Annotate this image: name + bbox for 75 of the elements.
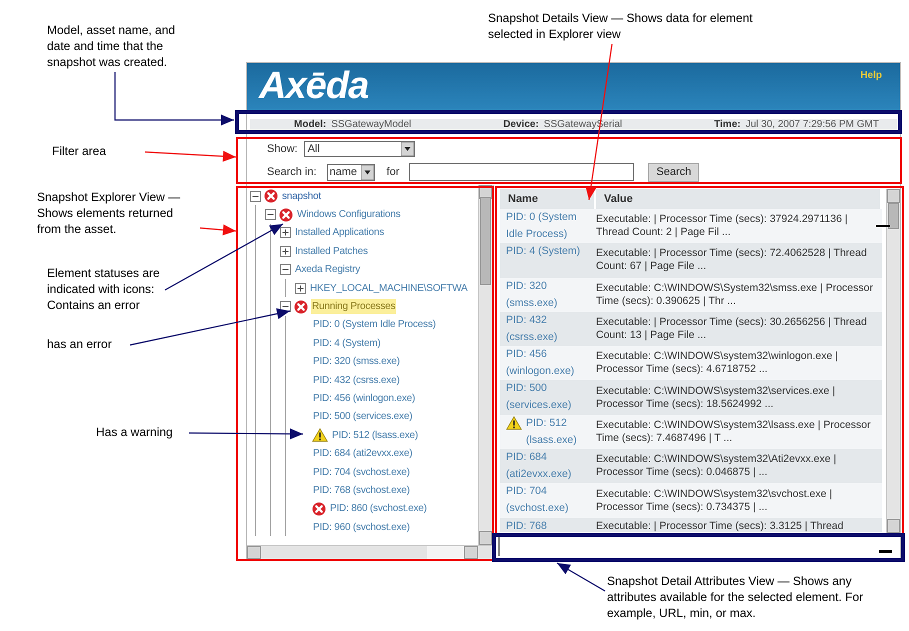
tree-item[interactable]: PID: 4 (System) xyxy=(312,336,382,351)
tree-item[interactable]: PID: 0 (System Idle Process) xyxy=(312,317,437,332)
callout-arrow xyxy=(556,562,606,592)
callout-text: Snapshot Detail Attributes View — Shows any attributes available for the selected element. For example, URL, min, or max. xyxy=(607,573,864,621)
collapse-icon[interactable] xyxy=(265,209,276,220)
callout-text: Has a warning xyxy=(96,424,174,440)
expand-icon[interactable] xyxy=(280,246,291,257)
field-label: for xyxy=(386,164,400,180)
table-cell-text: Executable: C:\WINDOWS\system32\Ati2evxx.exe | Processor Time (secs): 0.046875 | ... xyxy=(596,453,838,480)
field-label: Device: xyxy=(503,120,539,130)
tree-item[interactable]: PID: 512 (lsass.exe) xyxy=(331,428,420,443)
tree-item[interactable]: PID: 432 (csrss.exe) xyxy=(312,372,401,388)
tree-item[interactable]: snapshot xyxy=(281,188,322,204)
dropdown-arrow-icon xyxy=(400,142,414,156)
table-cell-text: Executable: C:\WINDOWS\System32\smss.exe | Processor Time (secs): 0.390625 | Thr ... xyxy=(596,282,874,308)
table-cell: Executable: | Processor Time (secs): 3.3125 | Thread xyxy=(596,520,844,532)
callout-text: Model, asset name, and date and time that the snapshot was created. xyxy=(47,22,176,70)
field-label: Model: xyxy=(294,120,326,130)
expand-icon[interactable] xyxy=(280,227,291,238)
tree-item[interactable]: PID: 704 (svchost.exe) xyxy=(312,464,411,480)
tree-item[interactable]: PID: 860 (svchost.exe) xyxy=(329,501,428,516)
tree-item[interactable]: PID: 320 (smss.exe) xyxy=(312,354,401,370)
table-cell-text: PID: 4 (System) xyxy=(506,244,580,260)
field-value: Jul 30, 2007 7:29:56 PM GMT xyxy=(746,120,879,130)
callout-text: Snapshot Explorer View — Shows elements returned from the asset. xyxy=(37,189,182,237)
field-value: SSGatewayModel xyxy=(331,120,412,130)
tree-item[interactable]: HKEY_LOCAL_MACHINE\SOFTWA xyxy=(309,280,468,296)
callout-text: Filter area xyxy=(52,143,108,159)
table-cell-text: PID: 512 (lsass.exe) xyxy=(526,416,578,448)
callout-text: Snapshot Details View — Shows data for element selected in Explorer view xyxy=(488,10,754,42)
search-in-dropdown[interactable]: name xyxy=(326,164,375,180)
scrollbar[interactable] xyxy=(886,189,900,533)
callout-text: has an error xyxy=(47,336,113,352)
tree-item[interactable]: PID: 500 (services.exe) xyxy=(312,409,414,424)
table-cell-text: PID: 0 (System Idle Process) xyxy=(506,210,578,242)
table-cell-text: Executable: C:\WINDOWS\system32\winlogon.exe | Processor Time (secs): 4.6718752 ... xyxy=(596,350,839,376)
table-cell-text: Executable: | Processor Time (secs): 30.2656256 | Thread Count: 13 | Page File ... xyxy=(596,316,868,342)
collapse-icon[interactable] xyxy=(250,190,261,202)
dash-mark xyxy=(879,550,892,553)
tree-item[interactable]: PID: 456 (winlogon.exe) xyxy=(312,390,416,406)
search-button[interactable]: Search xyxy=(648,162,700,182)
tree-item[interactable]: PID: 768 (svchost.exe) xyxy=(312,482,411,498)
table-cell-text: PID: 684 (ati2evxx.exe) xyxy=(506,450,572,482)
tree-item[interactable]: Axeda Registry xyxy=(294,262,362,278)
logo: Axēda xyxy=(259,64,368,109)
help-link[interactable]: Help xyxy=(860,68,882,83)
table-cell-text: PID: 704 (svchost.exe) xyxy=(506,484,570,516)
show-dropdown[interactable]: All xyxy=(304,141,415,158)
table-cell-text: PID: 500 (services.exe) xyxy=(506,381,572,414)
tree-item[interactable]: PID: 960 (svchost.exe) xyxy=(312,520,411,535)
collapse-icon[interactable] xyxy=(280,264,291,276)
tree-item[interactable]: Installed Patches xyxy=(294,244,369,259)
table-cell-text: PID: 320 (smss.exe) xyxy=(506,278,558,311)
scrollbar[interactable] xyxy=(247,545,492,559)
dash-mark xyxy=(876,225,890,227)
table-cell-text: Executable: C:\WINDOWS\system32\lsass.exe | Processor Time (secs): 7.4687496 | T ... xyxy=(596,418,872,445)
expand-icon[interactable] xyxy=(295,282,306,294)
field-label: Show: xyxy=(267,142,298,157)
dropdown-arrow-icon xyxy=(360,164,374,180)
table-cell-text: Executable: | Processor Time (secs): 37924.2971136 | Thread Count: 2 | Page Fil ... xyxy=(596,213,849,240)
tree-item[interactable]: PID: 684 (ati2evxx.exe) xyxy=(312,446,414,462)
table-cell-text: Executable: | Processor Time (secs): 72.4062528 | Thread Count: 67 | Page File ... xyxy=(596,247,868,274)
table-cell-text: Executable: C:\WINDOWS\system32\services.exe | Processor Time (secs): 18.5624992 ... xyxy=(596,384,836,411)
table-cell-text: PID: 456 (winlogon.exe) xyxy=(506,347,576,380)
field-label: Time: xyxy=(714,120,741,130)
tree-item[interactable]: Running Processes xyxy=(311,299,396,314)
field-label: Search in: xyxy=(267,164,317,180)
callout-text: Element statuses are indicated with icons: Contains an error xyxy=(47,265,161,313)
table-cell-text: Executable: C:\WINDOWS\system32\svchost.exe | Processor Time (secs): 0.734375 | ... xyxy=(596,488,834,514)
table-cell-text: PID: 768 xyxy=(506,518,547,532)
scrollbar[interactable] xyxy=(478,185,492,545)
tree-item[interactable]: Installed Applications xyxy=(294,225,385,240)
search-field[interactable] xyxy=(409,163,634,181)
tree-item[interactable]: Windows Configurations xyxy=(296,207,402,222)
table-cell-text: PID: 432 (csrss.exe) xyxy=(506,312,558,345)
